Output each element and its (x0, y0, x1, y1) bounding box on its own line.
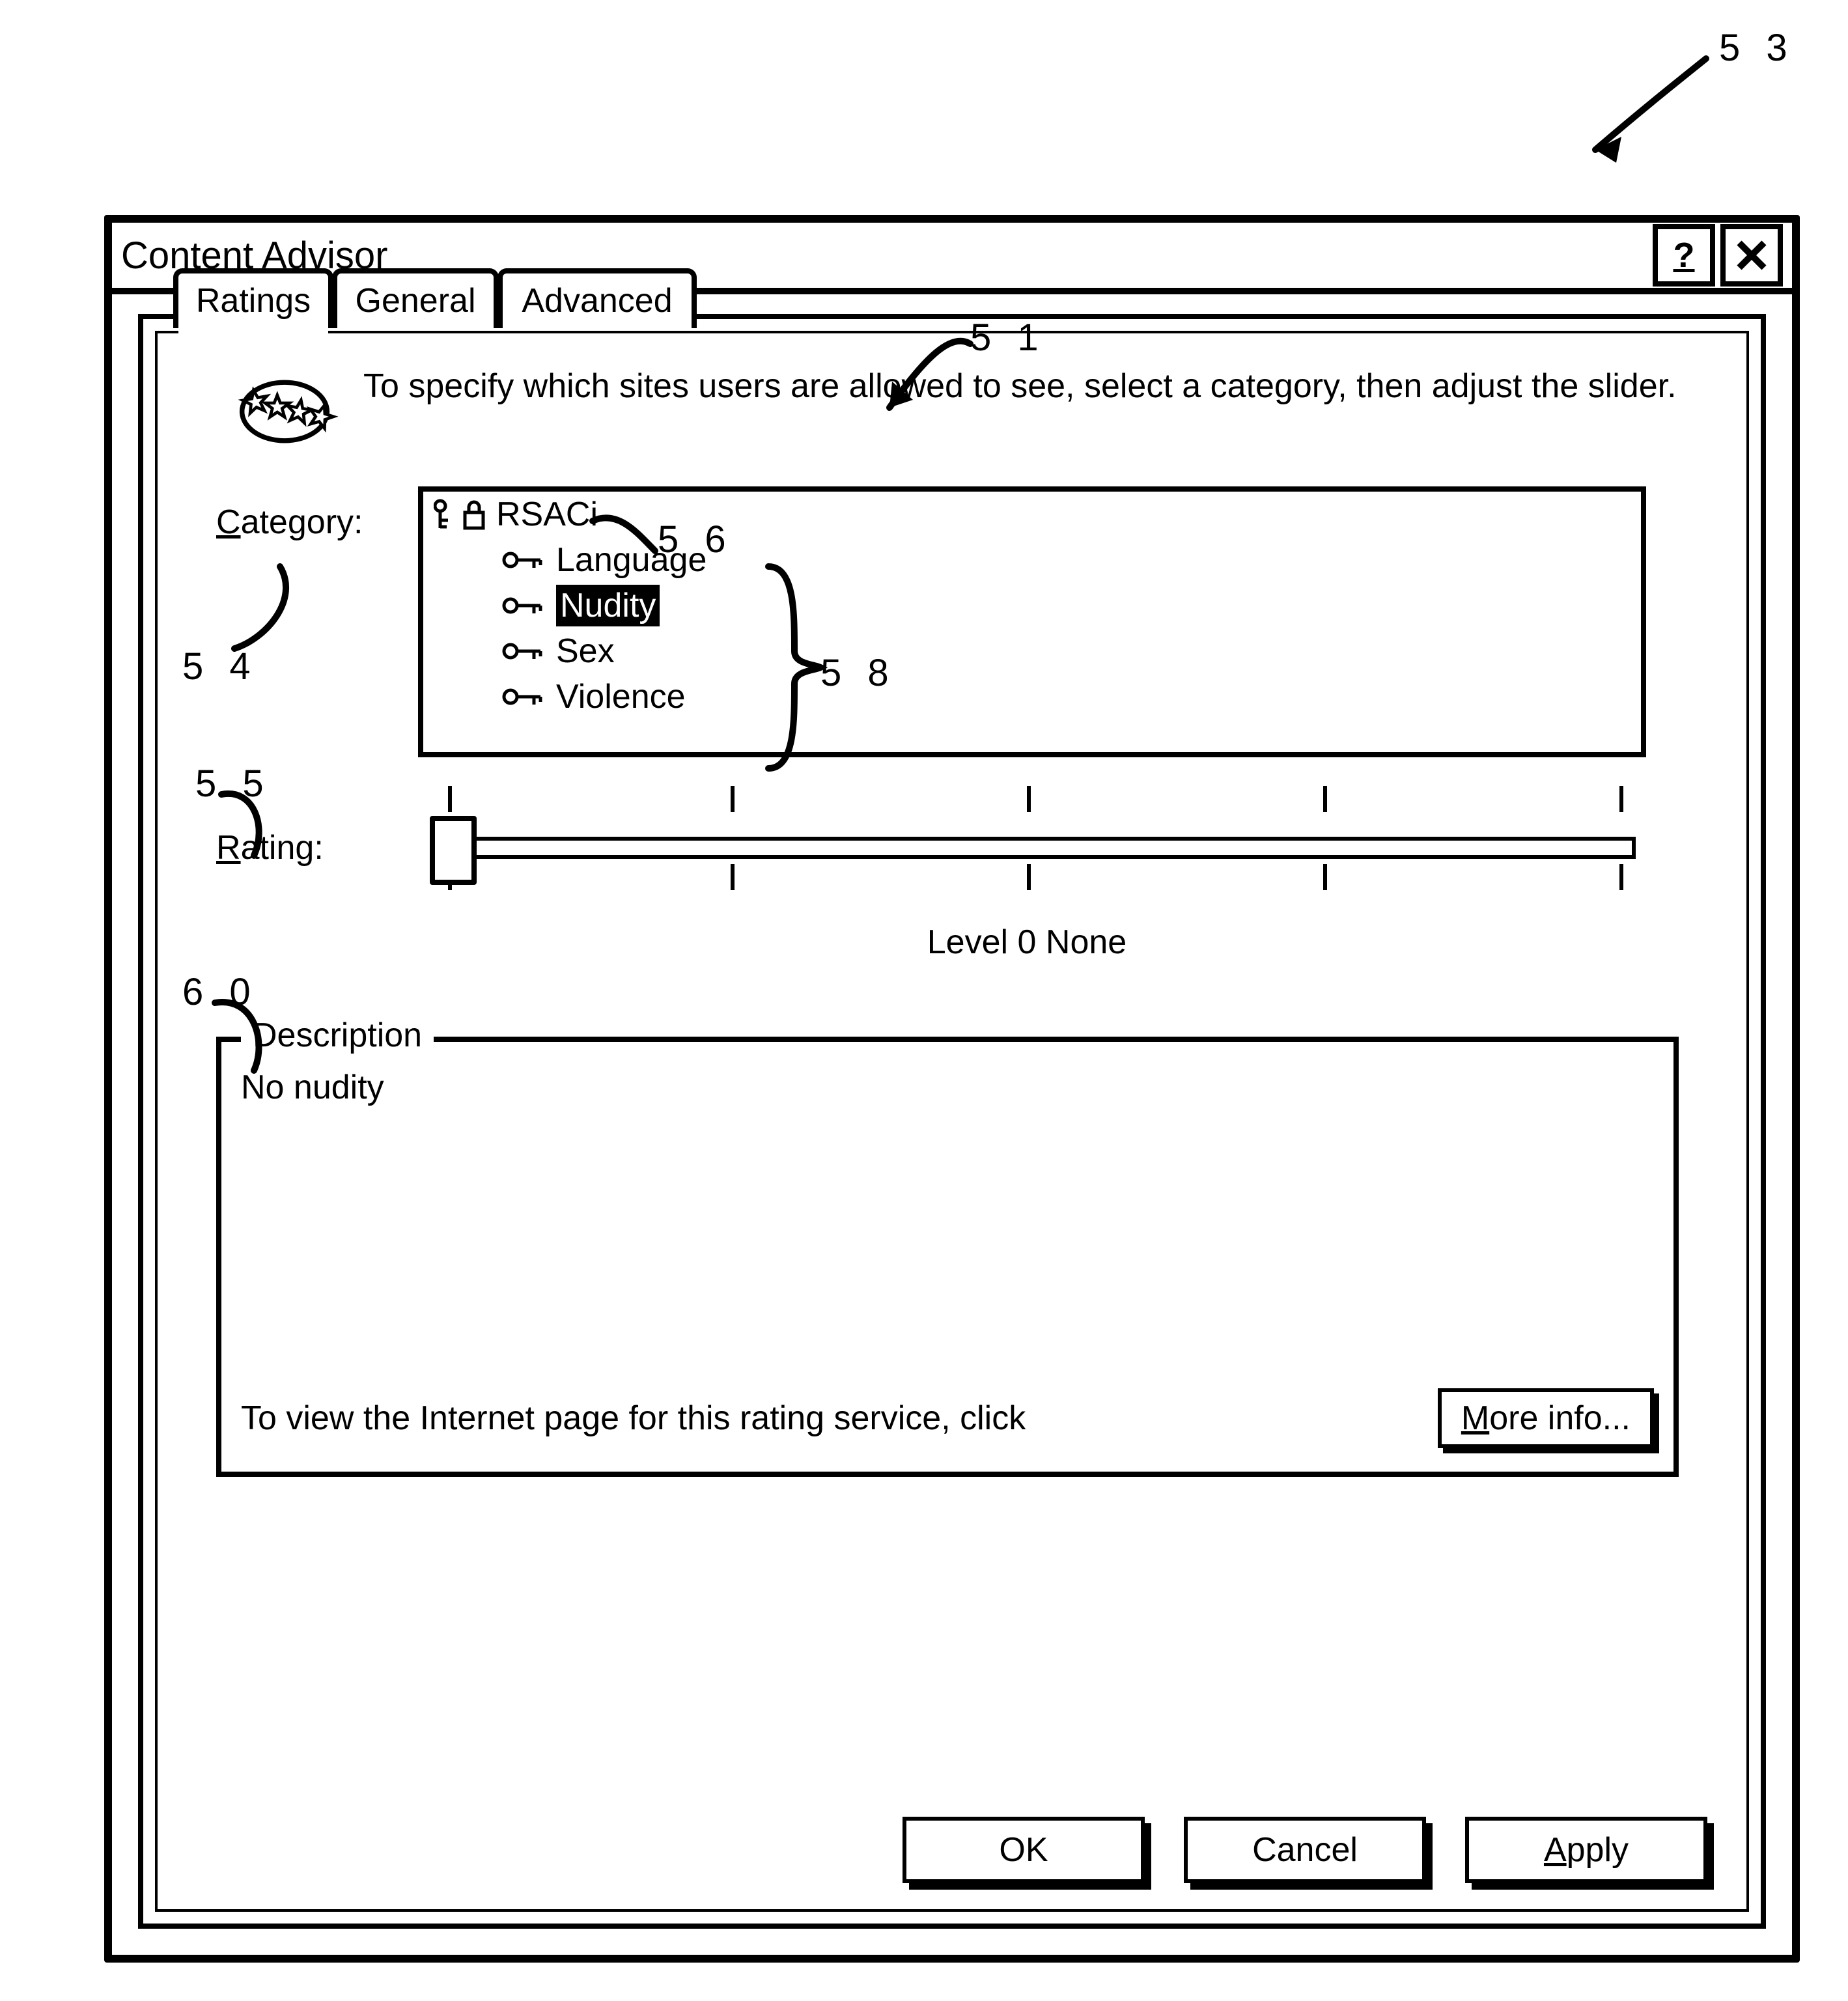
tab-general[interactable]: General (332, 268, 499, 328)
content-frame: Ratings General Advanced (138, 314, 1766, 1929)
tree-item-label: Nudity (556, 585, 660, 626)
tab-advanced[interactable]: Advanced (497, 268, 697, 328)
tab-ratings[interactable]: Ratings (173, 268, 333, 328)
description-hint: To view the Internet page for this ratin… (241, 1399, 1026, 1438)
key-icon (501, 639, 547, 663)
tree-item-violence[interactable]: Violence (423, 674, 1641, 720)
ok-button[interactable]: OK (903, 1817, 1145, 1883)
help-button[interactable]: ? (1653, 224, 1715, 287)
key-icon (501, 594, 547, 617)
more-info-button[interactable]: More info... (1438, 1388, 1654, 1448)
rating-level-text: Level 0 None (418, 923, 1636, 962)
tab-panel-ratings: To specify which sites users are allowed… (155, 331, 1749, 1912)
close-icon (1735, 239, 1768, 272)
instruction-text: To specify which sites users are allowed… (363, 366, 1677, 457)
tree-item-label: Sex (556, 632, 615, 671)
apply-button[interactable]: Apply (1465, 1817, 1707, 1883)
content-advisor-window: Content Advisor ? Ratings General Advanc… (104, 215, 1800, 1963)
description-group: Description No nudity To view the Intern… (216, 1037, 1679, 1477)
rating-slider[interactable]: Level 0 None (418, 786, 1636, 916)
slider-track (444, 837, 1636, 859)
slider-thumb[interactable] (430, 816, 477, 885)
callout-51: 5 1 (970, 316, 1046, 359)
category-label: Category: (216, 503, 363, 542)
rating-stars-icon (229, 366, 340, 457)
dialog-button-row: OK Cancel Apply (158, 1817, 1707, 1883)
cancel-button[interactable]: Cancel (1184, 1817, 1426, 1883)
tree-item-sex[interactable]: Sex (423, 628, 1641, 674)
tree-root-label: RSACi (496, 495, 598, 534)
callout-53: 5 3 (1719, 26, 1795, 70)
close-button[interactable] (1720, 224, 1783, 287)
tree-item-nudity[interactable]: Nudity (423, 583, 1641, 628)
tree-item-label: Violence (556, 677, 686, 716)
key-icon (501, 548, 547, 572)
key-icon (501, 685, 547, 708)
key-icon (434, 498, 457, 531)
lock-icon (461, 498, 487, 531)
